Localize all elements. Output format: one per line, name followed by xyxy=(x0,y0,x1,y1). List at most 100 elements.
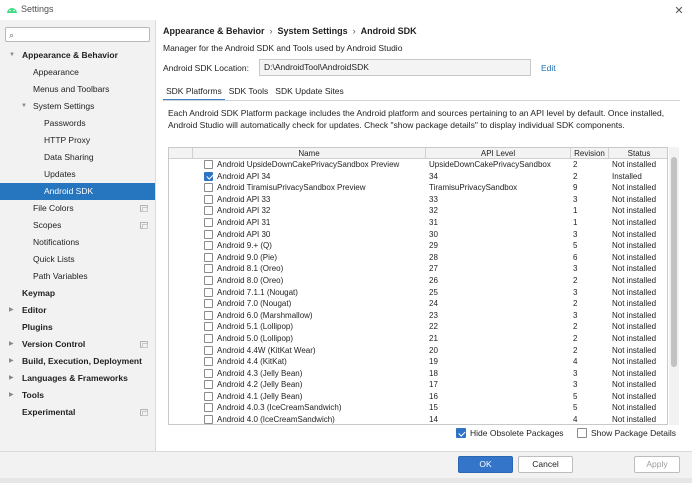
table-row[interactable]: Android 5.1 (Lollipop) 22 2 Not installed xyxy=(169,321,667,333)
show-details-checkbox[interactable] xyxy=(577,428,587,438)
hide-obsolete-checkbox[interactable] xyxy=(456,428,466,438)
table-row[interactable]: Android UpsideDownCakePrivacySandbox Pre… xyxy=(169,159,667,171)
package-checkbox[interactable] xyxy=(204,206,213,216)
tab-sdk-update-sites[interactable]: SDK Update Sites xyxy=(272,84,347,101)
package-checkbox[interactable] xyxy=(204,310,213,320)
table-row[interactable]: Android API 33 33 3 Not installed xyxy=(169,194,667,206)
table-row[interactable]: Android 8.0 (Oreo) 26 2 Not installed xyxy=(169,275,667,287)
package-checkbox[interactable] xyxy=(204,368,213,378)
package-checkbox[interactable] xyxy=(204,299,213,309)
table-row[interactable]: Android 4.0.3 (IceCreamSandwich) 15 5 Not i… xyxy=(169,402,667,414)
table-row[interactable]: Android 7.0 (Nougat) 24 2 Not installed xyxy=(169,298,667,310)
sidebar-item[interactable]: HTTP Proxy xyxy=(0,132,155,149)
install-status: Not installed xyxy=(612,333,657,343)
table-row[interactable]: Android API 34 34 2 Installed xyxy=(169,171,667,183)
expand-arrow-icon[interactable]: ▼ xyxy=(9,47,15,64)
collapse-arrow-icon[interactable]: ▶ xyxy=(9,336,14,353)
table-row[interactable]: Android API 32 32 1 Not installed xyxy=(169,205,667,217)
table-row[interactable]: Android 4.2 (Jelly Bean) 17 3 Not installed xyxy=(169,379,667,391)
table-row[interactable]: Android TiramisuPrivacySandbox Preview Ti… xyxy=(169,182,667,194)
package-checkbox[interactable] xyxy=(204,275,213,285)
collapse-arrow-icon[interactable]: ▶ xyxy=(9,370,14,387)
sidebar-item[interactable]: Quick Lists xyxy=(0,251,155,268)
revision: 3 xyxy=(573,380,578,390)
package-checkbox[interactable] xyxy=(204,333,213,343)
apply-button[interactable]: Apply xyxy=(634,456,680,473)
sidebar-item[interactable]: Experimental xyxy=(0,404,155,421)
sidebar-item[interactable]: Passwords xyxy=(0,115,155,132)
platform-info-text: Each Android SDK Platform package includ… xyxy=(168,108,665,130)
table-row[interactable]: Android 9.0 (Pie) 28 6 Not installed xyxy=(169,252,667,264)
column-header-api-level[interactable]: API Level xyxy=(426,148,571,159)
table-scrollbar[interactable] xyxy=(669,147,679,425)
sidebar-item[interactable]: ▶ Editor xyxy=(0,302,155,319)
collapse-arrow-icon[interactable]: ▶ xyxy=(9,302,14,319)
edit-sdk-location-link[interactable]: Edit xyxy=(541,63,556,73)
sidebar-item[interactable]: File Colors xyxy=(0,200,155,217)
package-checkbox[interactable] xyxy=(204,171,213,181)
package-checkbox[interactable] xyxy=(204,403,213,413)
android-studio-icon xyxy=(7,8,17,13)
package-checkbox[interactable] xyxy=(204,183,213,193)
table-row[interactable]: Android 4.3 (Jelly Bean) 18 3 Not installed xyxy=(169,368,667,380)
package-checkbox[interactable] xyxy=(204,217,213,227)
table-row[interactable]: Android 4.4W (KitKat Wear) 20 2 Not install… xyxy=(169,345,667,357)
table-row[interactable]: Android 7.1.1 (Nougat) 25 3 Not installed xyxy=(169,287,667,299)
package-checkbox[interactable] xyxy=(204,380,213,390)
package-checkbox[interactable] xyxy=(204,160,213,169)
sidebar-item[interactable]: Updates xyxy=(0,166,155,183)
package-checkbox[interactable] xyxy=(204,322,213,332)
package-checkbox[interactable] xyxy=(204,241,213,251)
table-row[interactable]: Android 4.0 (IceCreamSandwich) 14 4 Not ins… xyxy=(169,414,667,424)
sidebar-item[interactable]: Appearance xyxy=(0,64,155,81)
package-checkbox[interactable] xyxy=(204,252,213,262)
search-input[interactable] xyxy=(22,29,146,40)
expand-arrow-icon[interactable]: ▼ xyxy=(21,98,27,115)
tab-sdk-tools[interactable]: SDK Tools xyxy=(226,84,272,101)
table-row[interactable]: Android API 30 30 3 Not installed xyxy=(169,229,667,241)
table-row[interactable]: Android 4.4 (KitKat) 19 4 Not installed xyxy=(169,356,667,368)
sidebar-item[interactable]: ▼ Appearance & Behavior xyxy=(0,47,155,64)
close-icon[interactable]: ✕ xyxy=(670,1,688,19)
column-header-status[interactable]: Status xyxy=(609,148,667,159)
table-row[interactable]: Android 9.+ (Q) 29 5 Not installed xyxy=(169,240,667,252)
sidebar-item[interactable]: Keymap xyxy=(0,285,155,302)
package-checkbox[interactable] xyxy=(204,287,213,297)
tab-sdk-platforms[interactable]: SDK Platforms xyxy=(163,84,225,101)
sidebar-item[interactable]: ▶ Build, Execution, Deployment xyxy=(0,353,155,370)
sidebar-item[interactable]: Data Sharing xyxy=(0,149,155,166)
sidebar-item[interactable]: Plugins xyxy=(0,319,155,336)
package-checkbox[interactable] xyxy=(204,345,213,355)
sidebar-item[interactable]: Scopes xyxy=(0,217,155,234)
install-status: Not installed xyxy=(612,391,657,401)
install-status: Not installed xyxy=(612,380,657,390)
sidebar-item[interactable]: Menus and Toolbars xyxy=(0,81,155,98)
package-checkbox[interactable] xyxy=(204,357,213,367)
search-box[interactable]: ⌕ xyxy=(5,27,150,42)
ok-button[interactable]: OK xyxy=(458,456,513,473)
package-checkbox[interactable] xyxy=(204,194,213,204)
package-checkbox[interactable] xyxy=(204,415,213,424)
column-header-name[interactable]: Name xyxy=(193,148,426,159)
table-row[interactable]: Android 5.0 (Lollipop) 21 2 Not installed xyxy=(169,333,667,345)
column-header-revision[interactable]: Revision xyxy=(571,148,609,159)
table-row[interactable]: Android API 31 31 1 Not installed xyxy=(169,217,667,229)
sidebar-item[interactable]: ▼ System Settings xyxy=(0,98,155,115)
sidebar-item[interactable]: ▶ Languages & Frameworks xyxy=(0,370,155,387)
collapse-arrow-icon[interactable]: ▶ xyxy=(9,387,14,404)
sidebar-item[interactable]: Android SDK xyxy=(0,183,155,200)
package-checkbox[interactable] xyxy=(204,264,213,274)
cancel-button[interactable]: Cancel xyxy=(518,456,573,473)
package-checkbox[interactable] xyxy=(204,229,213,239)
package-checkbox[interactable] xyxy=(204,391,213,401)
sidebar-item[interactable]: ▶ Tools xyxy=(0,387,155,404)
table-row[interactable]: Android 6.0 (Marshmallow) 23 3 Not installe… xyxy=(169,310,667,322)
sidebar-item[interactable]: Path Variables xyxy=(0,268,155,285)
table-row[interactable]: Android 8.1 (Oreo) 27 3 Not installed xyxy=(169,263,667,275)
sidebar-item[interactable]: ▶ Version Control xyxy=(0,336,155,353)
sidebar-item[interactable]: Notifications xyxy=(0,234,155,251)
collapse-arrow-icon[interactable]: ▶ xyxy=(9,353,14,370)
sdk-location-field[interactable]: D:\AndroidTool\AndroidSDK xyxy=(259,59,531,76)
scrollbar-thumb[interactable] xyxy=(671,157,677,367)
table-row[interactable]: Android 4.1 (Jelly Bean) 16 5 Not installed xyxy=(169,391,667,403)
